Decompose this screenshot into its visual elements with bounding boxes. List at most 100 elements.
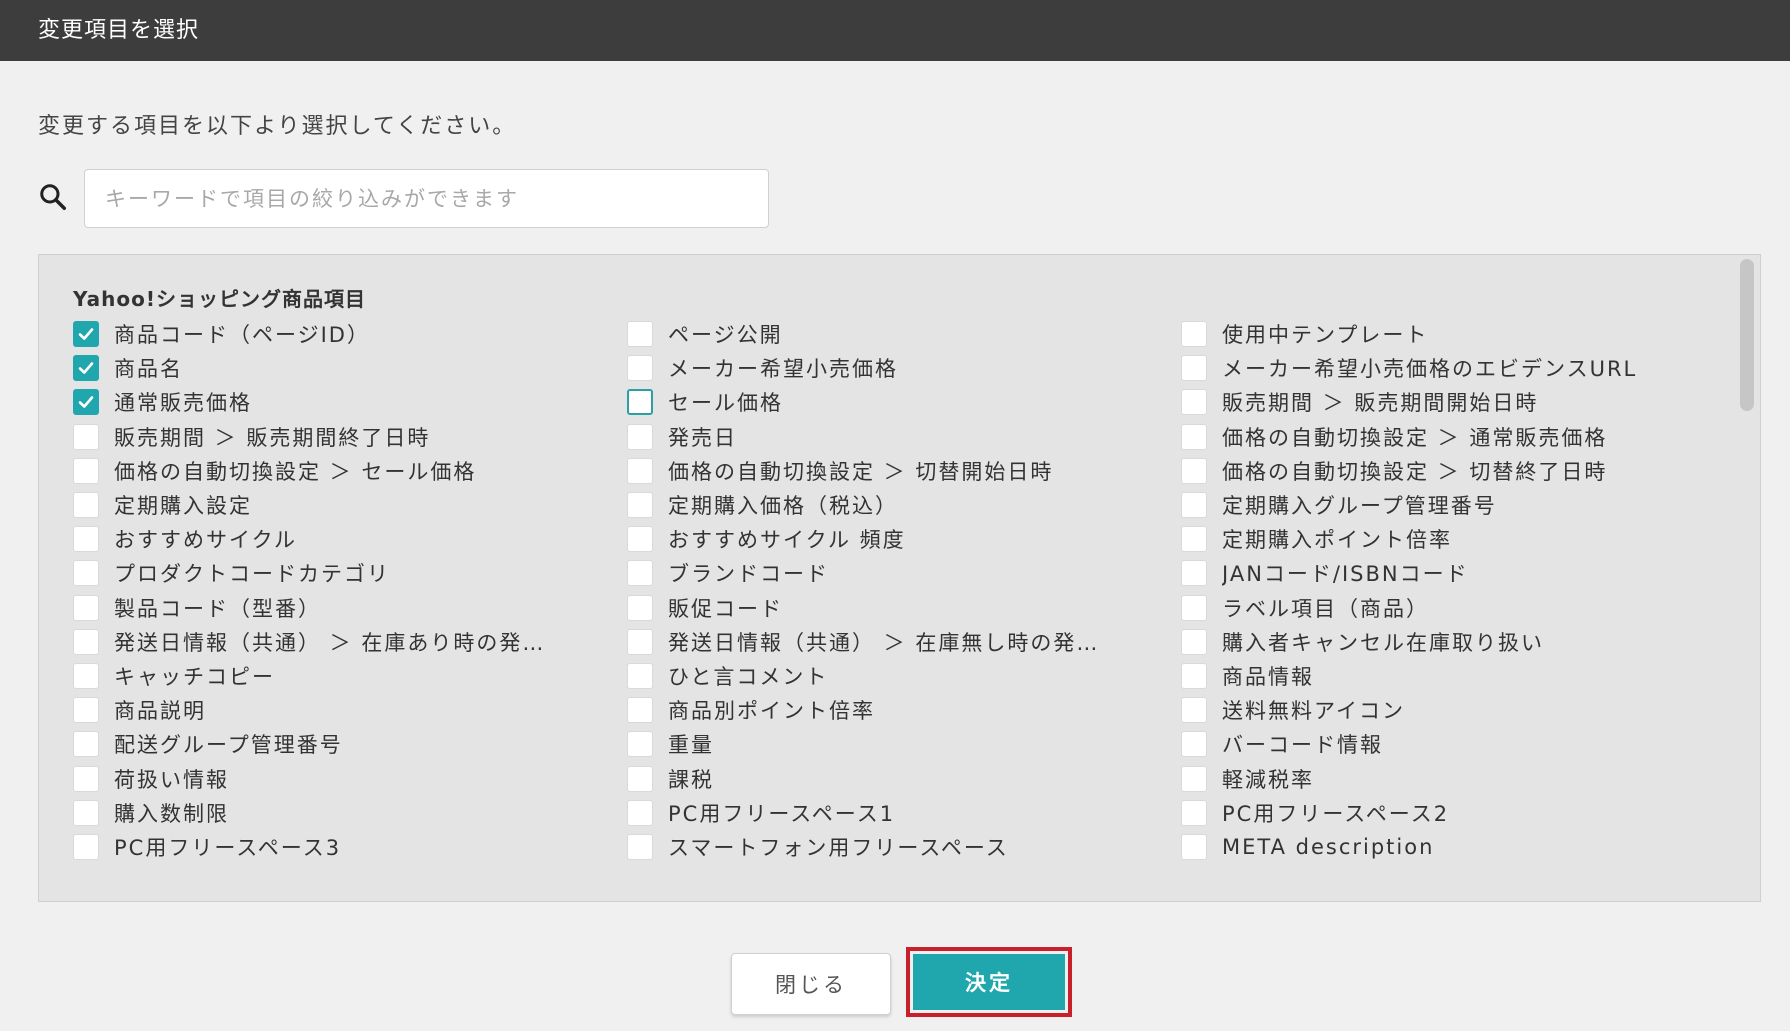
checkbox-item[interactable]: 課税	[627, 761, 1181, 795]
checkbox[interactable]	[627, 765, 653, 792]
checkbox-item[interactable]: 荷扱い情報	[73, 761, 627, 795]
checkbox-item[interactable]: 定期購入グループ管理番号	[1181, 488, 1733, 522]
checkbox[interactable]	[73, 628, 99, 655]
checkbox[interactable]	[73, 697, 99, 724]
checkbox-item[interactable]: 送料無料アイコン	[1181, 693, 1733, 727]
checkbox[interactable]	[73, 731, 99, 758]
checkbox[interactable]	[627, 628, 653, 655]
checkbox-item[interactable]: プロダクトコードカテゴリ	[73, 556, 627, 590]
checkbox-item[interactable]: スマートフォン用フリースペース	[627, 830, 1181, 864]
checkbox-item[interactable]: 販売期間 ＞ 販売期間開始日時	[1181, 385, 1733, 419]
checkbox-item[interactable]: ページ公開	[627, 317, 1181, 351]
checkbox-item[interactable]: セール価格	[627, 385, 1181, 419]
checkbox[interactable]	[627, 355, 653, 382]
checkbox-item[interactable]: 製品コード（型番）	[73, 591, 627, 625]
checkbox[interactable]	[1181, 731, 1207, 758]
checkbox[interactable]	[627, 423, 653, 450]
checkbox[interactable]	[627, 526, 653, 553]
checkbox-item[interactable]: 軽減税率	[1181, 761, 1733, 795]
checkbox[interactable]	[627, 731, 653, 758]
checkbox[interactable]	[627, 321, 653, 348]
checkbox[interactable]	[1181, 799, 1207, 826]
checkbox[interactable]	[73, 423, 99, 450]
checkbox[interactable]	[1181, 697, 1207, 724]
checkbox[interactable]	[627, 560, 653, 587]
checkbox[interactable]	[1181, 628, 1207, 655]
checkbox-item[interactable]: PC用フリースペース3	[73, 830, 627, 864]
checkbox-item[interactable]: 重量	[627, 727, 1181, 761]
search-input[interactable]	[84, 169, 769, 228]
checkbox[interactable]	[1181, 594, 1207, 621]
checkbox-item[interactable]: 通常販売価格	[73, 385, 627, 419]
checkbox-item[interactable]: 定期購入ポイント倍率	[1181, 522, 1733, 556]
checkbox-item[interactable]: 購入数制限	[73, 796, 627, 830]
checkbox-item[interactable]: 価格の自動切換設定 ＞ 切替開始日時	[627, 454, 1181, 488]
close-button[interactable]: 閉じる	[731, 953, 891, 1015]
checkbox[interactable]	[73, 457, 99, 484]
checkbox-item[interactable]: 発売日	[627, 420, 1181, 454]
checkbox[interactable]	[73, 492, 99, 519]
checkbox-item[interactable]: 発送日情報（共通） ＞ 在庫あり時の発…	[73, 625, 627, 659]
checkbox-item[interactable]: 定期購入価格（税込）	[627, 488, 1181, 522]
scrollbar-thumb[interactable]	[1740, 259, 1754, 411]
checkbox-item[interactable]: 定期購入設定	[73, 488, 627, 522]
checkbox[interactable]	[1181, 389, 1207, 416]
checkbox-item[interactable]: おすすめサイクル 頻度	[627, 522, 1181, 556]
checkbox[interactable]	[1181, 457, 1207, 484]
checkbox-item[interactable]: 販促コード	[627, 591, 1181, 625]
checkbox-checked[interactable]	[73, 321, 99, 348]
checkbox[interactable]	[1181, 355, 1207, 382]
checkbox[interactable]	[627, 457, 653, 484]
checkbox[interactable]	[1181, 492, 1207, 519]
checkbox[interactable]	[73, 560, 99, 587]
checkbox-item[interactable]: 商品説明	[73, 693, 627, 727]
checkbox[interactable]	[627, 594, 653, 621]
checkbox[interactable]	[1181, 833, 1207, 860]
checkbox-item[interactable]: META description	[1181, 830, 1733, 864]
checkbox[interactable]	[627, 697, 653, 724]
checkbox[interactable]	[73, 662, 99, 689]
checkbox[interactable]	[1181, 321, 1207, 348]
checkbox-item[interactable]: 価格の自動切換設定 ＞ 通常販売価格	[1181, 420, 1733, 454]
checkbox[interactable]	[1181, 423, 1207, 450]
checkbox-item[interactable]: キャッチコピー	[73, 659, 627, 693]
checkbox-item[interactable]: ラベル項目（商品）	[1181, 591, 1733, 625]
checkbox-item[interactable]: バーコード情報	[1181, 727, 1733, 761]
checkbox[interactable]	[1181, 560, 1207, 587]
checkbox[interactable]	[73, 799, 99, 826]
checkbox-item[interactable]: 購入者キャンセル在庫取り扱い	[1181, 625, 1733, 659]
checkbox-checked[interactable]	[73, 389, 99, 416]
checkbox-item[interactable]: 価格の自動切換設定 ＞ セール価格	[73, 454, 627, 488]
checkbox-item[interactable]: PC用フリースペース2	[1181, 796, 1733, 830]
checkbox-item[interactable]: 発送日情報（共通） ＞ 在庫無し時の発…	[627, 625, 1181, 659]
checkbox-item[interactable]: 商品情報	[1181, 659, 1733, 693]
scrollbar[interactable]	[1740, 259, 1754, 895]
checkbox-item[interactable]: PC用フリースペース1	[627, 796, 1181, 830]
checkbox-item[interactable]: 使用中テンプレート	[1181, 317, 1733, 351]
checkbox-item[interactable]: 商品名	[73, 351, 627, 385]
checkbox-item[interactable]: メーカー希望小売価格のエビデンスURL	[1181, 351, 1733, 385]
checkbox[interactable]	[1181, 662, 1207, 689]
checkbox[interactable]	[73, 526, 99, 553]
checkbox-checked[interactable]	[73, 355, 99, 382]
checkbox-item[interactable]: 販売期間 ＞ 販売期間終了日時	[73, 420, 627, 454]
checkbox[interactable]	[627, 833, 653, 860]
checkbox-item[interactable]: メーカー希望小売価格	[627, 351, 1181, 385]
checkbox[interactable]	[73, 833, 99, 860]
checkbox[interactable]	[627, 662, 653, 689]
checkbox[interactable]	[73, 765, 99, 792]
checkbox[interactable]	[627, 492, 653, 519]
checkbox[interactable]	[73, 594, 99, 621]
checkbox-item[interactable]: 商品コード（ページID）	[73, 317, 627, 351]
checkbox-item[interactable]: ブランドコード	[627, 556, 1181, 590]
checkbox-item[interactable]: 商品別ポイント倍率	[627, 693, 1181, 727]
checkbox[interactable]	[627, 389, 653, 416]
checkbox-item[interactable]: 配送グループ管理番号	[73, 727, 627, 761]
checkbox[interactable]	[1181, 526, 1207, 553]
checkbox[interactable]	[627, 799, 653, 826]
checkbox-item[interactable]: ひと言コメント	[627, 659, 1181, 693]
checkbox-item[interactable]: 価格の自動切換設定 ＞ 切替終了日時	[1181, 454, 1733, 488]
checkbox-item[interactable]: JANコード/ISBNコード	[1181, 556, 1733, 590]
checkbox-item[interactable]: おすすめサイクル	[73, 522, 627, 556]
ok-button[interactable]: 決定	[913, 954, 1065, 1010]
